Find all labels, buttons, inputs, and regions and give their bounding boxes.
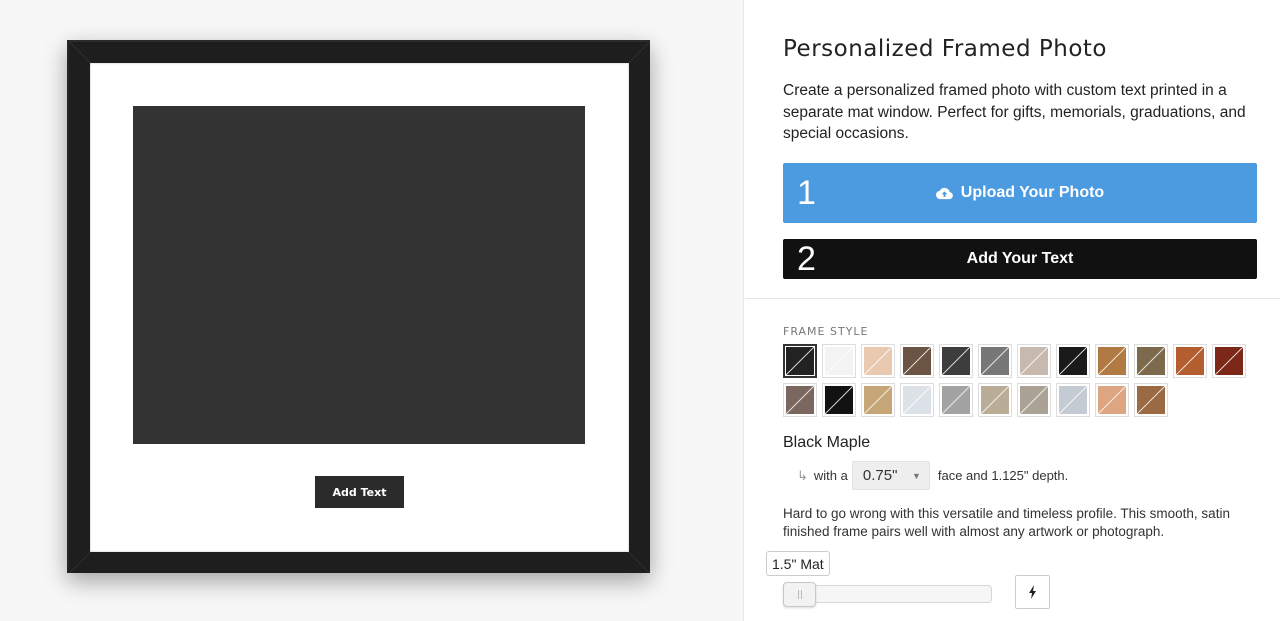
swatch-fill: [786, 347, 814, 375]
lightning-bolt-icon: [1028, 585, 1036, 599]
frame-swatch-black-gold[interactable]: [1056, 344, 1090, 378]
step-number: 2: [797, 239, 816, 278]
frame-swatch-natural-maple[interactable]: [861, 344, 895, 378]
frame-swatch-white[interactable]: [822, 344, 856, 378]
swatch-fill: [825, 347, 853, 375]
frame-swatch-grid: [783, 344, 1253, 417]
upload-photo-label: Upload Your Photo: [960, 184, 1105, 201]
grip-line: [800, 590, 802, 599]
swatch-fill: [981, 347, 1009, 375]
frame-style-heading: FRAME STYLE: [783, 325, 869, 338]
swatch-fill: [1137, 386, 1165, 414]
frame-swatch-walnut[interactable]: [900, 344, 934, 378]
photo-window[interactable]: [133, 106, 585, 444]
swatch-fill: [1059, 386, 1087, 414]
swatch-fill: [903, 386, 931, 414]
frame-swatch-barnwood[interactable]: [978, 383, 1012, 417]
swatch-fill: [903, 347, 931, 375]
add-text-button[interactable]: Add Text: [315, 476, 404, 508]
swatch-fill: [1098, 386, 1126, 414]
frame-swatch-white-silver[interactable]: [900, 383, 934, 417]
frame-swatch-stone-gray[interactable]: [1017, 383, 1051, 417]
swatch-fill: [1020, 347, 1048, 375]
frame-swatch-silver[interactable]: [939, 383, 973, 417]
mat-size-label: 1.5" Mat: [766, 551, 830, 576]
face-prefix-text: with a: [813, 468, 848, 483]
face-suffix-text: face and 1.125" depth.: [937, 468, 1069, 483]
frame-swatch-silver-blue[interactable]: [1056, 383, 1090, 417]
selected-frame-name: Black Maple: [783, 434, 871, 451]
frame-miter-corner: [69, 551, 91, 574]
face-width-select[interactable]: 0.75" ▼: [851, 461, 930, 490]
swatch-fill: [864, 386, 892, 414]
frame-swatch-antique-gold[interactable]: [1095, 383, 1129, 417]
frame-description: Hard to go wrong with this versatile and…: [783, 506, 1230, 539]
section-divider: [745, 298, 1280, 299]
mat-size-slider[interactable]: [783, 582, 992, 607]
lightning-bolt-button[interactable]: [1015, 575, 1050, 609]
frame-swatch-driftwood[interactable]: [783, 383, 817, 417]
caret-down-icon: ▼: [911, 470, 921, 481]
frame-swatch-whitewash[interactable]: [1017, 344, 1051, 378]
swatch-fill: [1020, 386, 1048, 414]
upload-photo-button[interactable]: 1 Upload Your Photo: [783, 163, 1257, 223]
mat-board: Add Text: [90, 63, 629, 552]
swatch-fill: [786, 386, 814, 414]
product-options-panel: Personalized Framed Photo Create a perso…: [745, 0, 1280, 621]
cloud-upload-icon: [935, 187, 953, 199]
swatch-fill: [942, 347, 970, 375]
swatch-fill: [1176, 347, 1204, 375]
swatch-fill: [981, 386, 1009, 414]
frame-swatch-ornate-gold[interactable]: [1134, 344, 1168, 378]
frame-miter-corner: [628, 551, 650, 574]
frame-face-row: ↳ with a 0.75" ▼ face and 1.125" depth.: [797, 461, 1068, 490]
frame-swatch-honey-oak[interactable]: [1095, 344, 1129, 378]
frame-swatch-cherry[interactable]: [1173, 344, 1207, 378]
swatch-fill: [942, 386, 970, 414]
product-title: Personalized Framed Photo: [783, 36, 1107, 62]
swatch-fill: [1059, 347, 1087, 375]
frame-miter-corner: [628, 41, 650, 64]
frame-swatch-mahogany[interactable]: [1212, 344, 1246, 378]
return-arrow-icon: ↳: [797, 467, 808, 483]
frame-swatch-black-gloss[interactable]: [822, 383, 856, 417]
product-description: Create a personalized framed photo with …: [783, 82, 1246, 142]
swatch-fill: [1215, 347, 1243, 375]
add-your-text-button[interactable]: 2 Add Your Text: [783, 239, 1257, 279]
frame-swatch-light-oak[interactable]: [861, 383, 895, 417]
frame-swatch-charcoal-wood[interactable]: [939, 344, 973, 378]
frame-swatch-baroque[interactable]: [1134, 383, 1168, 417]
add-your-text-label: Add Your Text: [966, 250, 1074, 267]
swatch-fill: [864, 347, 892, 375]
frame-miter-corner: [69, 41, 91, 64]
slider-handle[interactable]: [783, 582, 816, 607]
frame-swatch-black-maple[interactable]: [783, 344, 817, 378]
swatch-fill: [1098, 347, 1126, 375]
frame-swatch-gray-wood[interactable]: [978, 344, 1012, 378]
preview-area: Add Text: [0, 0, 744, 621]
face-width-value: 0.75": [862, 467, 898, 484]
swatch-fill: [825, 386, 853, 414]
step-number: 1: [797, 173, 816, 212]
grip-line: [797, 590, 799, 599]
frame-preview: Add Text: [67, 40, 650, 574]
swatch-fill: [1137, 347, 1165, 375]
